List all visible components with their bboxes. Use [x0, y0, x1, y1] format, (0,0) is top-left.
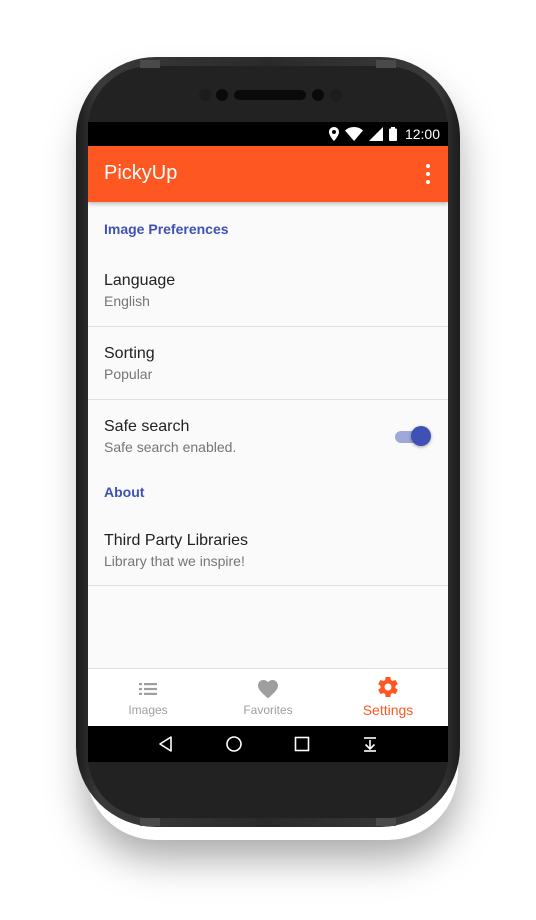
- notification-shade-icon[interactable]: [361, 735, 379, 753]
- nav-label: Images: [128, 703, 168, 717]
- status-time: 12:00: [404, 126, 440, 142]
- location-icon: [328, 127, 339, 141]
- screen: 12:00 PickyUp Image Preferences Language…: [88, 122, 448, 762]
- app-title: PickyUp: [104, 162, 178, 184]
- phone-bottom-notch-left: [140, 818, 160, 826]
- front-camera: [216, 89, 228, 101]
- sensor-dot: [199, 89, 211, 101]
- gear-icon: [378, 677, 398, 698]
- section-header-image-preferences: Image Preferences: [104, 221, 229, 237]
- preference-language[interactable]: Language English: [88, 254, 448, 327]
- earpiece-speaker: [234, 90, 306, 100]
- preference-title: Third Party Libraries: [104, 532, 249, 549]
- system-navigation-bar: [88, 726, 448, 762]
- home-icon[interactable]: [225, 735, 243, 753]
- settings-list: Image Preferences Language English Sorti…: [88, 202, 448, 586]
- nav-item-images[interactable]: Images: [88, 669, 208, 727]
- battery-icon: [388, 127, 397, 141]
- section-header-about: About: [104, 484, 145, 500]
- list-icon: [139, 683, 157, 695]
- preference-summary: Popular: [104, 366, 153, 382]
- proximity-sensor: [312, 89, 324, 101]
- wifi-icon: [344, 127, 363, 141]
- phone-top-notch-left: [140, 60, 160, 68]
- phone-bottom-notch-right: [376, 818, 396, 826]
- bottom-navigation: Images Favorites Settings: [88, 668, 448, 727]
- preference-third-party-libraries[interactable]: Third Party Libraries Library that we in…: [88, 512, 448, 586]
- toggle-thumb: [411, 426, 431, 446]
- app-bar: PickyUp: [88, 146, 448, 202]
- nav-item-settings[interactable]: Settings: [328, 669, 448, 727]
- preference-summary: Library that we inspire!: [104, 553, 245, 569]
- status-bar: 12:00: [88, 122, 448, 146]
- preference-summary: English: [104, 293, 150, 309]
- cell-signal-icon: [368, 127, 383, 141]
- nav-item-favorites[interactable]: Favorites: [208, 669, 328, 727]
- phone-top-notch-right: [376, 60, 396, 68]
- more-vert-icon[interactable]: [420, 164, 436, 184]
- sensor-dot: [330, 89, 342, 101]
- preference-title: Language: [104, 272, 176, 289]
- preference-safe-search[interactable]: Safe search Safe search enabled.: [88, 400, 448, 474]
- safe-search-toggle[interactable]: [395, 426, 431, 446]
- nav-label: Settings: [362, 702, 414, 718]
- preference-title: Sorting: [104, 345, 155, 362]
- recents-icon[interactable]: [293, 735, 311, 753]
- back-icon[interactable]: [157, 735, 175, 753]
- nav-label: Favorites: [243, 703, 293, 717]
- heart-icon: [258, 680, 278, 699]
- preference-sorting[interactable]: Sorting Popular: [88, 327, 448, 400]
